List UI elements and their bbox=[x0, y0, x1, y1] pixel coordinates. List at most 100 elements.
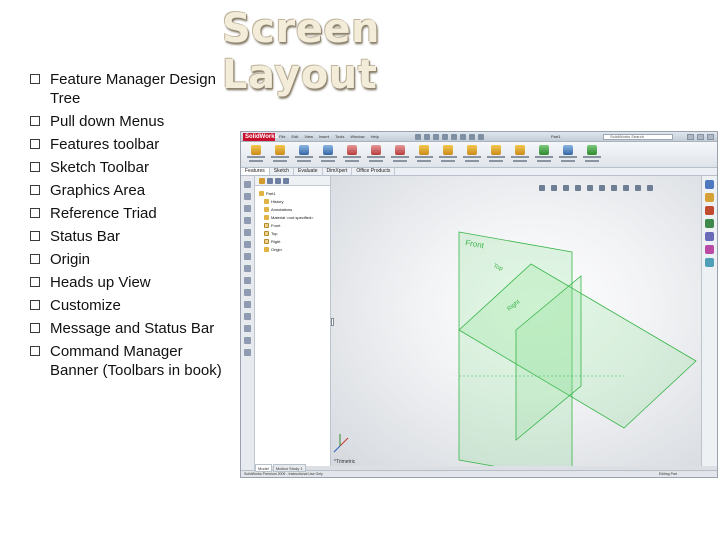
graphics-area[interactable]: Front Top Right *Trimetric bbox=[331, 176, 703, 466]
linear-pattern-button[interactable] bbox=[437, 145, 458, 166]
search-input[interactable]: SolidWorks Search bbox=[603, 134, 673, 140]
point-icon[interactable] bbox=[244, 277, 251, 284]
circle-icon[interactable] bbox=[244, 229, 251, 236]
rebuild-icon[interactable] bbox=[469, 134, 475, 140]
extrude-icon bbox=[250, 145, 261, 155]
window-controls bbox=[687, 134, 714, 140]
reference-geometry-button[interactable] bbox=[533, 145, 554, 166]
menu-item-help[interactable]: Help bbox=[371, 133, 379, 141]
smart-dimension-icon[interactable] bbox=[244, 193, 251, 200]
bullet-item: Status Bar bbox=[30, 227, 235, 246]
feature-tree: Part1 History Annotations Material <not … bbox=[255, 186, 330, 253]
relations-icon[interactable] bbox=[244, 325, 251, 332]
save-icon[interactable] bbox=[433, 134, 439, 140]
fillet-button[interactable] bbox=[413, 145, 434, 166]
plane-icon bbox=[264, 230, 269, 236]
close-icon[interactable] bbox=[707, 134, 714, 140]
revolved-cut-button[interactable] bbox=[389, 145, 410, 166]
tab-features[interactable]: Features bbox=[241, 168, 270, 175]
part-icon bbox=[259, 190, 264, 196]
bullet-text: Command Manager Banner (Toolbars in book… bbox=[50, 343, 222, 379]
bullet-item: Sketch Toolbar bbox=[30, 158, 235, 177]
solidworks-resources-icon[interactable] bbox=[705, 180, 714, 189]
custom-properties-icon[interactable] bbox=[705, 258, 714, 267]
tab-dimxpert[interactable]: DimXpert bbox=[323, 168, 353, 175]
curves-button[interactable] bbox=[557, 145, 578, 166]
tab-motion-study[interactable]: Motion Study 1 bbox=[272, 464, 306, 472]
tree-item[interactable]: Material <not specified> bbox=[259, 213, 330, 221]
feature-tree-tab-icon[interactable] bbox=[259, 178, 265, 184]
new-icon[interactable] bbox=[415, 134, 421, 140]
open-icon[interactable] bbox=[424, 134, 430, 140]
reference-geometry-icon bbox=[538, 145, 549, 155]
tab-evaluate[interactable]: Evaluate bbox=[294, 168, 323, 175]
quick-snaps-icon[interactable] bbox=[244, 349, 251, 356]
bullet-item: Graphics Area bbox=[30, 181, 235, 200]
design-library-icon[interactable] bbox=[705, 193, 714, 202]
checkbox-bullet-icon bbox=[30, 208, 40, 218]
tree-item[interactable]: Top bbox=[259, 229, 330, 237]
file-explorer-icon[interactable] bbox=[705, 206, 714, 215]
feature-manager-design-tree: Part1 History Annotations Material <not … bbox=[255, 176, 331, 466]
material-icon bbox=[264, 214, 269, 220]
tree-item[interactable]: Front bbox=[259, 221, 330, 229]
tree-item-label: History bbox=[271, 198, 284, 204]
menu-item-edit[interactable]: Edit bbox=[291, 133, 298, 141]
arc-icon[interactable] bbox=[244, 241, 251, 248]
maximize-icon[interactable] bbox=[697, 134, 704, 140]
menu-item-file[interactable]: File bbox=[279, 133, 285, 141]
tab-office-products[interactable]: Office Products bbox=[352, 168, 396, 175]
rib-button[interactable] bbox=[461, 145, 482, 166]
mirror-icon[interactable] bbox=[244, 313, 251, 320]
lofted-boss-button[interactable] bbox=[317, 145, 338, 166]
instant3d-button[interactable] bbox=[581, 145, 602, 166]
tab-sketch[interactable]: Sketch bbox=[270, 168, 295, 175]
tree-item[interactable]: History bbox=[259, 197, 330, 205]
rectangle-icon[interactable] bbox=[244, 217, 251, 224]
history-icon bbox=[264, 198, 269, 204]
tab-model[interactable]: Model bbox=[255, 464, 272, 472]
menu-item-window[interactable]: Window bbox=[350, 133, 364, 141]
menu-item-tools[interactable]: Tools bbox=[335, 133, 344, 141]
repair-icon[interactable] bbox=[244, 337, 251, 344]
draft-button[interactable] bbox=[485, 145, 506, 166]
tree-item[interactable]: Origin bbox=[259, 245, 330, 253]
hole-wizard-button[interactable] bbox=[365, 145, 386, 166]
bullet-text: Customize bbox=[50, 297, 121, 314]
dimxpert-tab-icon[interactable] bbox=[283, 178, 289, 184]
property-tab-icon[interactable] bbox=[267, 178, 273, 184]
tree-root[interactable]: Part1 bbox=[259, 189, 330, 197]
extruded-boss-button[interactable] bbox=[245, 145, 266, 166]
sketch-icon[interactable] bbox=[244, 181, 251, 188]
shell-button[interactable] bbox=[509, 145, 530, 166]
print-icon[interactable] bbox=[442, 134, 448, 140]
revolve-icon bbox=[274, 145, 285, 155]
offset-icon[interactable] bbox=[244, 301, 251, 308]
command-manager-tabs: Features Sketch Evaluate DimXpert Office… bbox=[241, 168, 717, 176]
checkbox-bullet-icon bbox=[30, 323, 40, 333]
search-icon[interactable] bbox=[705, 219, 714, 228]
revolved-boss-button[interactable] bbox=[269, 145, 290, 166]
menu-item-insert[interactable]: Insert bbox=[319, 133, 329, 141]
document-title: Part1 bbox=[551, 134, 561, 139]
select-icon[interactable] bbox=[460, 134, 466, 140]
extruded-cut-button[interactable] bbox=[341, 145, 362, 166]
panel-splitter[interactable] bbox=[331, 318, 334, 326]
sketch-toolbar bbox=[241, 176, 255, 472]
tree-root-label: Part1 bbox=[266, 190, 276, 196]
tree-item[interactable]: Right bbox=[259, 237, 330, 245]
configuration-tab-icon[interactable] bbox=[275, 178, 281, 184]
pattern-icon bbox=[442, 145, 453, 155]
tree-item[interactable]: Annotations bbox=[259, 205, 330, 213]
menu-item-view[interactable]: View bbox=[304, 133, 313, 141]
text-icon[interactable] bbox=[244, 265, 251, 272]
trim-icon[interactable] bbox=[244, 289, 251, 296]
line-icon[interactable] bbox=[244, 205, 251, 212]
options-icon[interactable] bbox=[478, 134, 484, 140]
spline-icon[interactable] bbox=[244, 253, 251, 260]
undo-icon[interactable] bbox=[451, 134, 457, 140]
view-palette-icon[interactable] bbox=[705, 232, 714, 241]
appearances-icon[interactable] bbox=[705, 245, 714, 254]
minimize-icon[interactable] bbox=[687, 134, 694, 140]
swept-boss-button[interactable] bbox=[293, 145, 314, 166]
